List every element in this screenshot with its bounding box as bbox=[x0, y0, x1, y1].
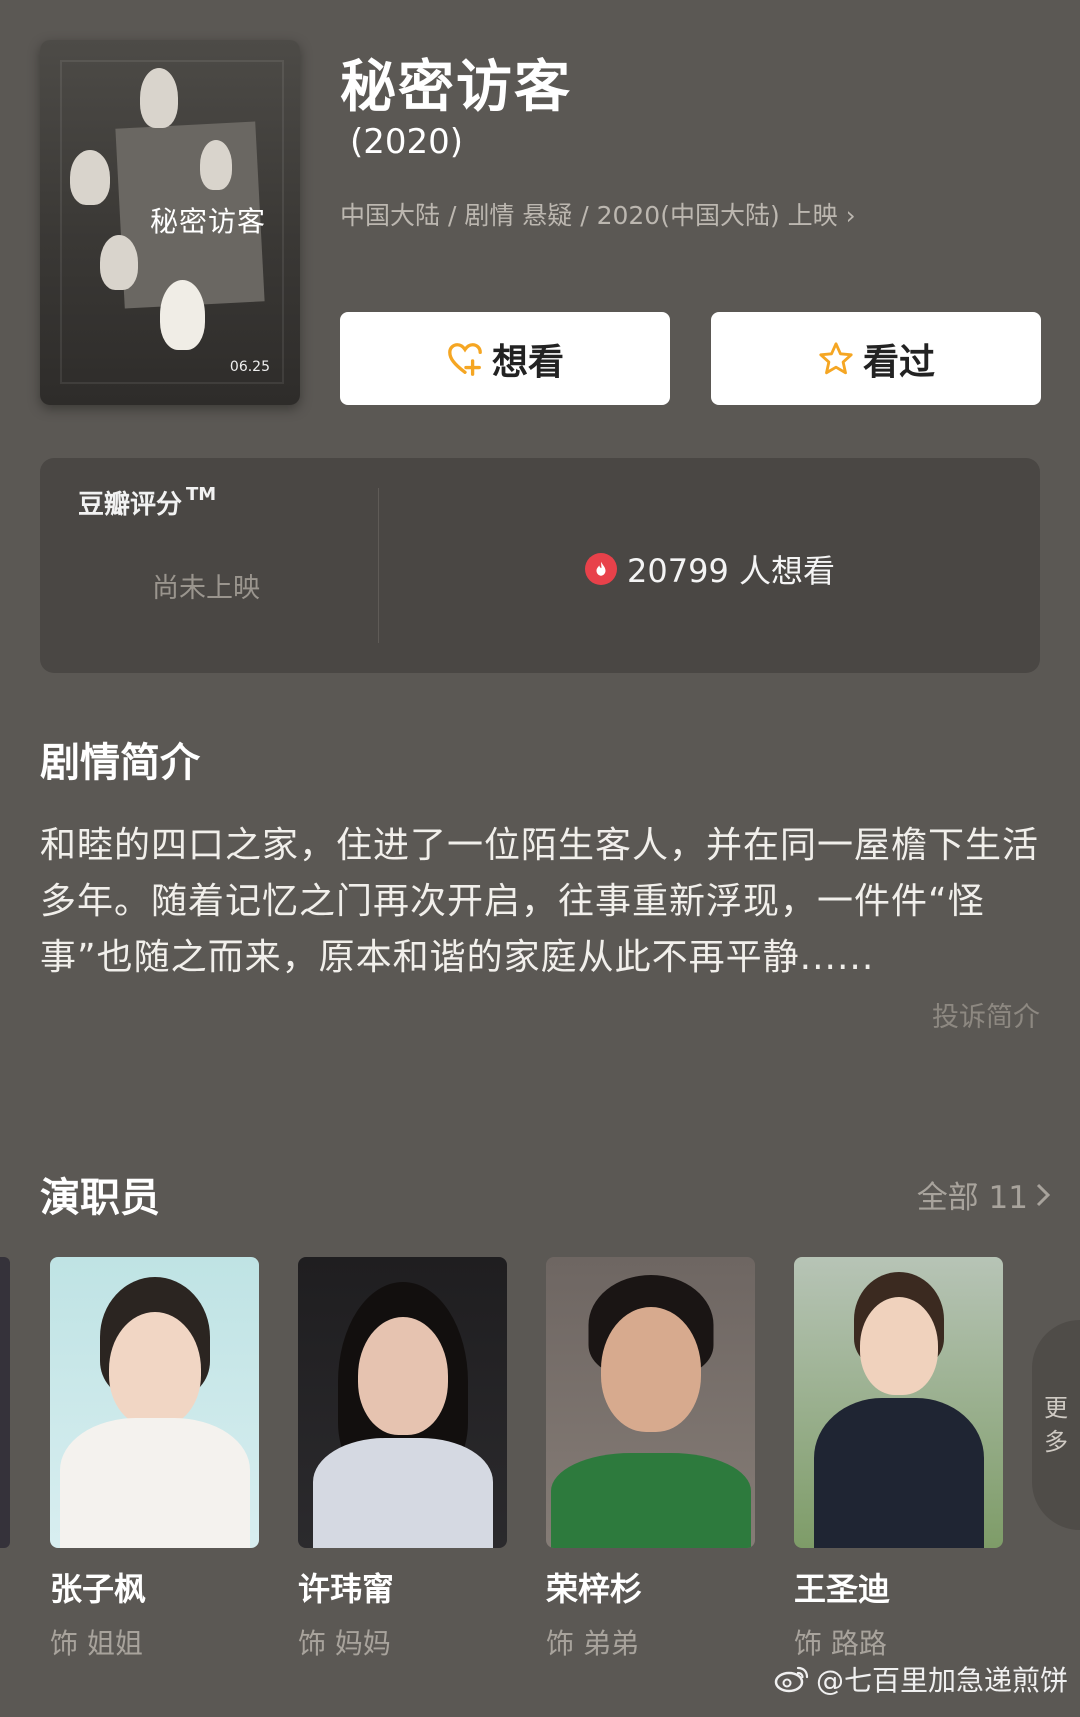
cast-card-partial[interactable] bbox=[0, 1257, 10, 1548]
report-synopsis-link[interactable]: 投诉简介 bbox=[932, 995, 1040, 1034]
cast-body bbox=[813, 1398, 984, 1548]
cast-heading: 演职员 bbox=[40, 1175, 160, 1221]
flame-icon bbox=[585, 553, 617, 585]
poster-figure bbox=[200, 140, 232, 190]
cast-card[interactable]: 许玮甯 饰 妈妈 bbox=[298, 1257, 507, 1662]
synopsis-heading: 剧情简介 bbox=[40, 740, 200, 786]
cast-photo bbox=[298, 1257, 507, 1548]
cast-body bbox=[312, 1438, 493, 1548]
watermark-text: @七百里加急递煎饼 bbox=[815, 1664, 1068, 1697]
cast-name: 张子枫 bbox=[50, 1570, 147, 1608]
cast-all-link[interactable]: 全部 11 bbox=[917, 1172, 1052, 1217]
heart-plus-icon bbox=[448, 342, 482, 376]
poster-date: 06.25 bbox=[229, 359, 270, 375]
seen-button[interactable]: 看过 bbox=[711, 312, 1041, 405]
rating-card: 豆瓣评分 TM 尚未上映 20799 人想看 bbox=[40, 458, 1040, 673]
cast-body bbox=[550, 1453, 751, 1548]
wish-count: 20799 人想看 bbox=[585, 546, 835, 592]
rating-status: 尚未上映 bbox=[152, 573, 260, 604]
cast-photo bbox=[50, 1257, 259, 1548]
cast-more-button[interactable]: 更 多 bbox=[1032, 1320, 1080, 1530]
synopsis-text: 和睦的四口之家，住进了一位陌生客人，并在同一屋檐下生活多年。随着记忆之门再次开启… bbox=[40, 825, 1040, 978]
star-icon bbox=[819, 341, 853, 374]
cast-name: 王圣迪 bbox=[794, 1570, 891, 1608]
want-to-watch-button[interactable]: 想看 bbox=[340, 312, 670, 405]
cast-role: 饰 姐姐 bbox=[50, 1627, 143, 1660]
movie-meta-link[interactable]: 中国大陆 / 剧情 悬疑 / 2020(中国大陆) 上映 › bbox=[340, 196, 856, 232]
cast-role: 饰 妈妈 bbox=[298, 1627, 391, 1660]
cast-all-label: 全部 11 bbox=[916, 1180, 1028, 1216]
cast-name: 荣梓杉 bbox=[546, 1570, 643, 1608]
seen-label: 看过 bbox=[862, 341, 935, 383]
cast-role: 饰 弟弟 bbox=[546, 1627, 639, 1660]
watermark: @七百里加急递煎饼 bbox=[774, 1659, 1068, 1699]
want-label: 想看 bbox=[491, 341, 564, 383]
poster-figure bbox=[140, 68, 178, 128]
cast-card[interactable]: 荣梓杉 饰 弟弟 bbox=[546, 1257, 755, 1662]
wish-count-text: 20799 人想看 bbox=[627, 552, 835, 590]
more-label-bottom: 多 bbox=[1044, 1428, 1068, 1456]
chevron-right-icon bbox=[1036, 1183, 1051, 1206]
movie-year: (2020) bbox=[350, 122, 464, 162]
poster-figure bbox=[100, 235, 138, 290]
cast-photo bbox=[546, 1257, 755, 1548]
movie-title: 秘密访客 bbox=[340, 55, 572, 120]
cast-face bbox=[600, 1307, 701, 1432]
cast-card[interactable]: 张子枫 饰 姐姐 bbox=[50, 1257, 259, 1662]
cast-card[interactable]: 王圣迪 饰 路路 bbox=[794, 1257, 1003, 1662]
poster-figure bbox=[70, 150, 110, 205]
rating-divider bbox=[378, 488, 379, 643]
cast-name: 许玮甯 bbox=[298, 1570, 395, 1608]
cast-face bbox=[357, 1317, 448, 1435]
poster-title: 秘密访客 bbox=[150, 205, 267, 238]
weibo-icon bbox=[774, 1666, 809, 1693]
cast-role: 饰 路路 bbox=[794, 1627, 887, 1660]
cast-face bbox=[859, 1297, 938, 1395]
cast-photo bbox=[794, 1257, 1003, 1548]
movie-poster[interactable]: 秘密访客 06.25 bbox=[40, 40, 300, 405]
poster-figure bbox=[160, 280, 205, 350]
rating-label: 豆瓣评分 TM bbox=[78, 484, 217, 520]
cast-face bbox=[108, 1312, 201, 1427]
cast-body bbox=[59, 1418, 250, 1548]
more-label-top: 更 bbox=[1044, 1394, 1068, 1422]
